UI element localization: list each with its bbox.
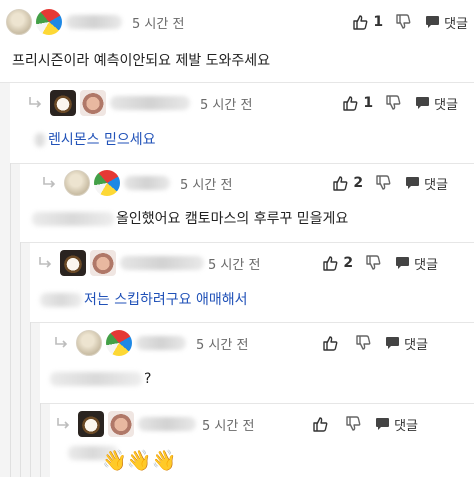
speech-bubble-icon — [396, 257, 410, 269]
comment-3: 5 시간 전 2 댓글 올인했어요 캠토마스의 후루꾸 믿을게요 — [20, 164, 474, 242]
reply-button[interactable]: 댓글 — [405, 174, 448, 193]
comment-text: 저는 스킵하려구요 애매해서 — [40, 289, 247, 309]
thumbs-down-icon — [346, 416, 361, 431]
thumbs-down-icon — [396, 14, 411, 29]
username-redacted — [66, 15, 122, 29]
speech-bubble-icon — [376, 418, 390, 430]
like-count: 1 — [373, 14, 384, 30]
thread-line — [30, 322, 31, 477]
dislike-button[interactable] — [355, 335, 371, 351]
thumbs-up-icon — [353, 15, 368, 30]
thumbs-down-icon — [376, 175, 391, 190]
dislike-button[interactable] — [375, 175, 391, 191]
username-redacted — [110, 96, 190, 110]
like-button[interactable]: 1 — [352, 14, 383, 30]
username-redacted — [136, 336, 186, 350]
redacted-text — [40, 293, 82, 307]
thumbs-down-icon — [366, 255, 381, 270]
reply-label: 댓글 — [434, 97, 458, 113]
waving-hands-emoji: 👋👋👋 — [102, 448, 177, 472]
reply-arrow-icon — [39, 257, 52, 268]
like-button[interactable]: 2 — [332, 175, 363, 191]
reply-button[interactable]: 댓글 — [415, 94, 458, 113]
speech-bubble-icon — [416, 97, 430, 109]
thread-line — [20, 242, 21, 477]
comment-2: 5 시간 전 1 댓글 렌시몬스 믿으세요 — [10, 83, 474, 163]
speech-bubble-icon — [406, 177, 420, 189]
thumbs-down-icon — [356, 335, 371, 350]
timestamp: 5 시간 전 — [132, 16, 185, 32]
like-count: 2 — [353, 175, 364, 191]
reply-button[interactable]: 댓글 — [385, 334, 428, 353]
redacted-text — [32, 212, 114, 226]
timestamp: 5 시간 전 — [196, 337, 249, 353]
comment-6: 5 시간 전 댓글 👋👋👋 — [50, 404, 474, 477]
thread-line — [10, 163, 11, 477]
dislike-button[interactable] — [385, 95, 401, 111]
comment-text: 올인했어요 캠토마스의 후루꾸 믿을게요 — [32, 208, 348, 228]
like-count: 2 — [343, 255, 354, 271]
thread-line — [40, 403, 41, 477]
thumbs-up-icon — [313, 417, 328, 432]
comment-text: 프리시즌이라 예측이안되요 제발 도와주세요 — [12, 53, 271, 69]
avatar[interactable] — [64, 170, 90, 196]
thumbs-up-icon — [343, 96, 358, 111]
reply-button[interactable]: 댓글 — [375, 415, 418, 434]
avatar[interactable] — [108, 411, 134, 437]
reply-button[interactable]: 댓글 — [395, 254, 438, 273]
avatar[interactable] — [90, 250, 116, 276]
redacted-text — [34, 133, 46, 147]
reply-arrow-icon — [57, 418, 70, 429]
reply-arrow-icon — [29, 97, 42, 108]
speech-bubble-icon — [386, 337, 400, 349]
avatar[interactable] — [50, 90, 76, 116]
dislike-button[interactable] — [395, 14, 411, 30]
comment-text: ? — [50, 371, 151, 387]
avatar[interactable] — [6, 9, 32, 35]
timestamp: 5 시간 전 — [180, 177, 233, 193]
username-redacted — [138, 417, 196, 431]
like-button[interactable] — [322, 335, 343, 351]
thumbs-up-icon — [323, 256, 338, 271]
like-count: 1 — [363, 95, 374, 111]
avatar[interactable] — [94, 170, 120, 196]
reply-label: 댓글 — [424, 177, 448, 193]
dislike-button[interactable] — [365, 255, 381, 271]
timestamp: 5 시간 전 — [202, 418, 255, 434]
username-redacted — [120, 256, 204, 270]
dislike-button[interactable] — [345, 416, 361, 432]
reply-button[interactable]: 댓글 — [425, 13, 468, 32]
reply-label: 댓글 — [394, 418, 418, 434]
comment-4: 5 시간 전 2 댓글 저는 스킵하려구요 애매해서 — [30, 243, 474, 322]
reply-label: 댓글 — [414, 257, 438, 273]
comment-1: 5 시간 전 1 댓글 프리시즌이라 예측이안되요 제발 도와주세요 — [0, 0, 474, 82]
comment-5: 5 시간 전 댓글 ? — [40, 323, 474, 403]
avatar[interactable] — [36, 9, 62, 35]
username-redacted — [124, 176, 170, 190]
thumbs-up-icon — [323, 336, 338, 351]
reply-arrow-icon — [43, 177, 56, 188]
timestamp: 5 시간 전 — [208, 257, 261, 273]
timestamp: 5 시간 전 — [200, 97, 253, 113]
reply-label: 댓글 — [444, 16, 468, 32]
avatar[interactable] — [76, 330, 102, 356]
comment-text: 렌시몬스 믿으세요 — [34, 129, 156, 149]
avatar[interactable] — [60, 250, 86, 276]
avatar[interactable] — [106, 330, 132, 356]
redacted-text — [50, 372, 142, 386]
thumbs-down-icon — [386, 95, 401, 110]
like-button[interactable] — [312, 416, 333, 432]
avatar[interactable] — [80, 90, 106, 116]
speech-bubble-icon — [426, 16, 440, 28]
thumbs-up-icon — [333, 176, 348, 191]
avatar[interactable] — [78, 411, 104, 437]
like-button[interactable]: 2 — [322, 255, 353, 271]
reply-label: 댓글 — [404, 337, 428, 353]
reply-arrow-icon — [55, 337, 68, 348]
like-button[interactable]: 1 — [342, 95, 373, 111]
